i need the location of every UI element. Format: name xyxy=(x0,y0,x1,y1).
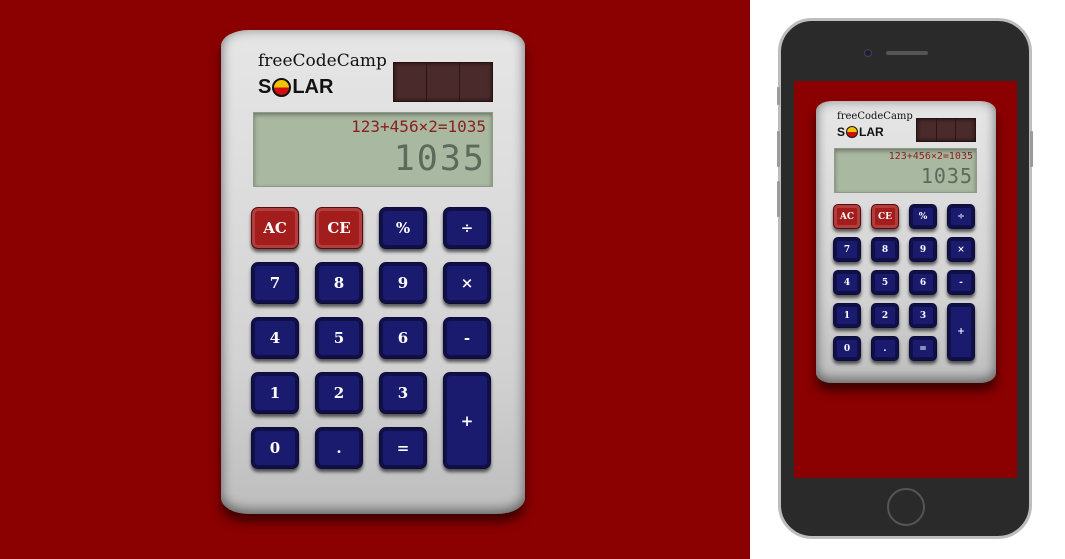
five-button[interactable]: 5 xyxy=(315,317,363,359)
phone-screen: freeCodeCamp S LAR 123+456×2=1035 1035 A… xyxy=(794,81,1017,478)
six-button[interactable]: 6 xyxy=(379,317,427,359)
mobile-equals-button[interactable]: = xyxy=(909,336,937,361)
mobile-multiply-button[interactable]: × xyxy=(947,237,975,262)
decimal-button[interactable]: . xyxy=(315,427,363,469)
display-result: 1035 xyxy=(393,139,486,179)
all-clear-button[interactable]: AC xyxy=(251,207,299,249)
mobile-six-button[interactable]: 6 xyxy=(909,270,937,295)
nine-button[interactable]: 9 xyxy=(379,262,427,304)
brand-solar: S LAR xyxy=(258,76,333,99)
mobile-minus-button[interactable]: - xyxy=(947,270,975,295)
display-expression: 123+456×2=1035 xyxy=(351,117,486,136)
mobile-sun-icon xyxy=(846,126,859,138)
solar-s: S xyxy=(258,76,272,98)
one-button[interactable]: 1 xyxy=(251,372,299,414)
home-button[interactable] xyxy=(887,488,925,526)
mobile-percent-button[interactable]: % xyxy=(909,204,937,229)
mobile-seven-button[interactable]: 7 xyxy=(833,237,861,262)
two-button[interactable]: 2 xyxy=(315,372,363,414)
calculator-display: 123+456×2=1035 1035 xyxy=(253,112,493,187)
percent-button[interactable]: % xyxy=(379,207,427,249)
clear-entry-button[interactable]: CE xyxy=(315,207,363,249)
three-button[interactable]: 3 xyxy=(379,372,427,414)
mobile-display-expression: 123+456×2=1035 xyxy=(888,151,973,162)
mobile-clear-entry-button[interactable]: CE xyxy=(871,204,899,229)
sun-icon xyxy=(272,78,292,97)
equals-button[interactable]: = xyxy=(379,427,427,469)
four-button[interactable]: 4 xyxy=(251,317,299,359)
mobile-zero-button[interactable]: 0 xyxy=(833,336,861,361)
divide-button[interactable]: ÷ xyxy=(443,207,491,249)
mobile-divide-button[interactable]: ÷ xyxy=(947,204,975,229)
calculator-desktop: freeCodeCamp S LAR 123+456×2=1035 1035 A… xyxy=(221,30,525,514)
speaker-icon xyxy=(886,51,928,55)
mobile-five-button[interactable]: 5 xyxy=(871,270,899,295)
desktop-stage: freeCodeCamp S LAR 123+456×2=1035 1035 A… xyxy=(0,0,750,559)
mobile-one-button[interactable]: 1 xyxy=(833,303,861,328)
solar-panel xyxy=(393,62,493,102)
mobile-eight-button[interactable]: 8 xyxy=(871,237,899,262)
mobile-solar-panel xyxy=(916,118,976,142)
mobile-three-button[interactable]: 3 xyxy=(909,303,937,328)
brand-freecodecamp: freeCodeCamp xyxy=(258,51,387,71)
mobile-brand-solar: S LAR xyxy=(837,125,884,139)
mobile-four-button[interactable]: 4 xyxy=(833,270,861,295)
mobile-decimal-button[interactable]: . xyxy=(871,336,899,361)
calculator-mobile: freeCodeCamp S LAR 123+456×2=1035 1035 A… xyxy=(816,101,996,383)
zero-button[interactable]: 0 xyxy=(251,427,299,469)
mobile-display-result: 1035 xyxy=(920,164,973,188)
multiply-button[interactable]: × xyxy=(443,262,491,304)
mobile-calculator-display: 123+456×2=1035 1035 xyxy=(834,148,977,193)
solar-rest: LAR xyxy=(292,76,334,98)
plus-button[interactable]: + xyxy=(443,372,491,469)
seven-button[interactable]: 7 xyxy=(251,262,299,304)
front-camera-icon xyxy=(864,49,872,57)
minus-button[interactable]: - xyxy=(443,317,491,359)
mobile-nine-button[interactable]: 9 xyxy=(909,237,937,262)
mobile-two-button[interactable]: 2 xyxy=(871,303,899,328)
mobile-plus-button[interactable]: + xyxy=(947,303,975,361)
phone-mockup: freeCodeCamp S LAR 123+456×2=1035 1035 A… xyxy=(777,18,1033,539)
mobile-brand-freecodecamp: freeCodeCamp xyxy=(837,111,913,122)
mobile-all-clear-button[interactable]: AC xyxy=(833,204,861,229)
eight-button[interactable]: 8 xyxy=(315,262,363,304)
